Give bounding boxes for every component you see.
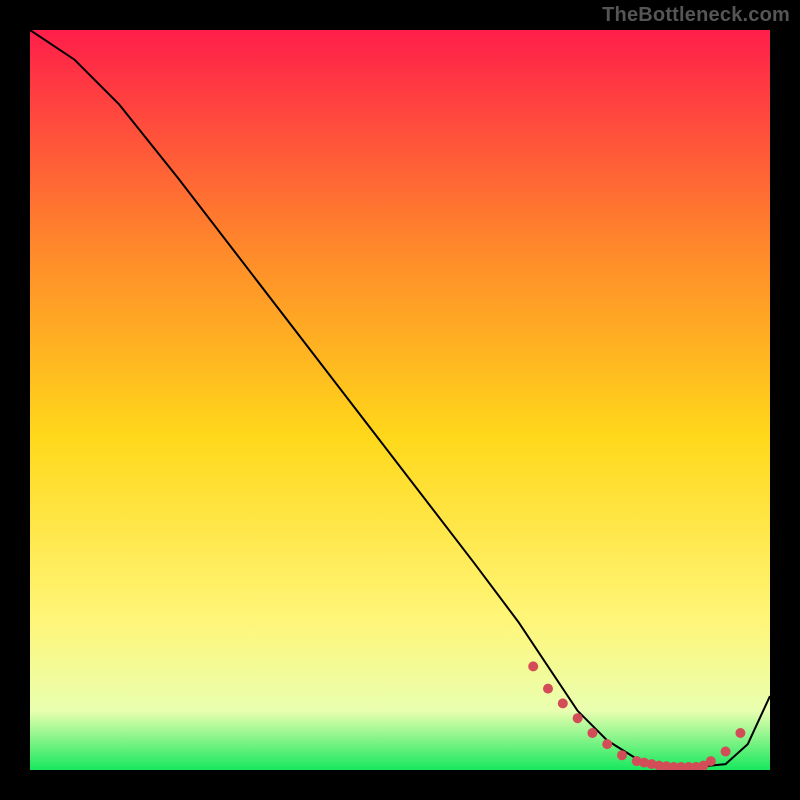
marker-point <box>617 750 627 760</box>
chart-svg <box>30 30 770 770</box>
watermark-text: TheBottleneck.com <box>602 4 790 27</box>
gradient-background <box>30 30 770 770</box>
marker-point <box>706 756 716 766</box>
chart-container: TheBottleneck.com <box>0 0 800 800</box>
marker-point <box>573 713 583 723</box>
marker-point <box>528 661 538 671</box>
marker-point <box>558 698 568 708</box>
plot-area <box>30 30 770 770</box>
marker-point <box>587 728 597 738</box>
marker-point <box>543 684 553 694</box>
marker-point <box>735 728 745 738</box>
marker-point <box>721 747 731 757</box>
marker-point <box>602 739 612 749</box>
